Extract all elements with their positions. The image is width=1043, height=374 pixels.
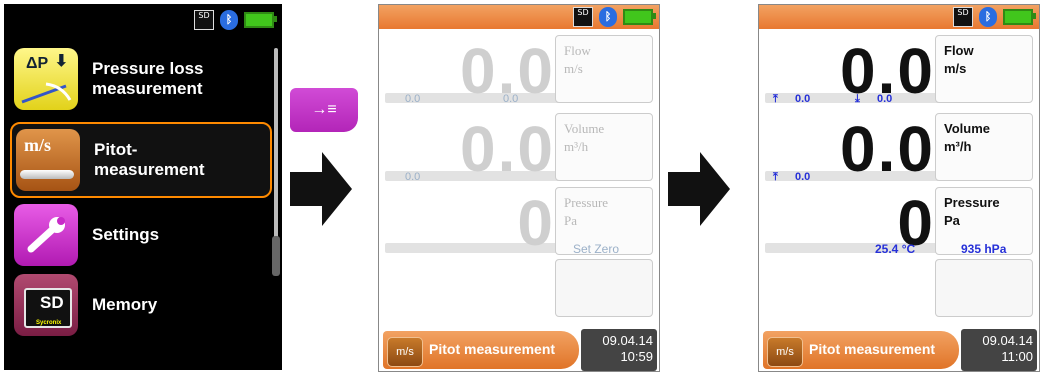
menu-label-pressure-loss: Pressure loss measurement bbox=[92, 59, 204, 98]
pressure-value: 0 bbox=[517, 187, 555, 259]
date: 09.04.14 bbox=[602, 333, 653, 348]
pressure-unit: Pa bbox=[944, 213, 960, 228]
bottom-bar: m/s Pitot measurement 09.04.14 11:00 bbox=[759, 329, 1039, 371]
pressure-tile[interactable]: 0 Pressure Pa 25.4 °C 935 hPa bbox=[765, 187, 1033, 257]
pitot-icon: m/s bbox=[767, 337, 803, 367]
status-bar: SD ᛒ bbox=[759, 5, 1039, 29]
max-arrow-icon: ⤒ bbox=[773, 93, 778, 105]
flow-label: Flow bbox=[944, 43, 974, 58]
volume-value: 0.0 bbox=[840, 113, 935, 185]
main-menu-screen: SD ᛒ ΔP ⬇ Pressure loss measurement m/s … bbox=[4, 4, 282, 370]
flow-min-value: 0.0 bbox=[503, 93, 519, 105]
ambient-pressure-value: 935 hPa bbox=[961, 242, 1007, 256]
gauge-icon bbox=[21, 82, 72, 104]
set-zero-button[interactable]: Set Zero bbox=[573, 243, 619, 255]
date: 09.04.14 bbox=[982, 333, 1033, 348]
volume-tile[interactable]: 0.0 Volume m³/h ⤒ 0.0 bbox=[765, 113, 1033, 183]
mode-label: Pitot measurement bbox=[429, 341, 556, 357]
pressure-loss-icon: ΔP ⬇ bbox=[14, 48, 78, 110]
enter-icon: →≡ bbox=[311, 101, 337, 118]
clock: 09.04.14 10:59 bbox=[581, 329, 657, 371]
status-bar: SD ᛒ bbox=[194, 10, 277, 30]
flow-max-value: 0.0 bbox=[405, 93, 421, 105]
flow-max-value: 0.0 bbox=[795, 93, 811, 105]
wrench-icon bbox=[14, 204, 78, 266]
time: 11:00 bbox=[1001, 349, 1033, 364]
min-arrow-icon: ⤓ bbox=[855, 93, 860, 105]
flow-min-value: 0.0 bbox=[877, 93, 893, 105]
enter-button[interactable]: →≡ bbox=[290, 88, 358, 132]
pitot-icon: m/s bbox=[387, 337, 423, 367]
pressure-tile[interactable]: 0 Pressure Pa Set Zero bbox=[385, 187, 653, 257]
empty-tile bbox=[555, 259, 653, 317]
flow-unit: m/s bbox=[564, 61, 583, 76]
volume-unit: m³/h bbox=[564, 139, 589, 154]
max-arrow-icon: ⤒ bbox=[773, 171, 778, 183]
mode-indicator: m/s Pitot measurement bbox=[763, 331, 959, 369]
pitot-tube-icon bbox=[20, 170, 74, 179]
arrow-right-icon bbox=[668, 152, 730, 226]
menu-label-settings: Settings bbox=[92, 225, 160, 244]
menu-item-memory[interactable]: SD Sycronix Memory bbox=[10, 272, 268, 338]
mode-indicator: m/s Pitot measurement bbox=[383, 331, 579, 369]
menu-item-pressure-loss[interactable]: ΔP ⬇ Pressure loss measurement bbox=[10, 46, 268, 112]
pitot-icon: m/s bbox=[16, 129, 80, 191]
menu-item-pitot[interactable]: m/s Pitot- measurement bbox=[10, 122, 272, 198]
sd-card-icon: SD Sycronix bbox=[14, 274, 78, 336]
bluetooth-icon: ᛒ bbox=[599, 7, 617, 27]
pressure-label: Pressure bbox=[564, 195, 609, 210]
bottom-bar: m/s Pitot measurement 09.04.14 10:59 bbox=[379, 329, 659, 371]
pressure-label: Pressure bbox=[944, 195, 1000, 210]
sd-card-status-icon: SD bbox=[194, 10, 214, 30]
time: 10:59 bbox=[620, 349, 653, 364]
sd-card-status-icon: SD bbox=[953, 7, 973, 27]
volume-tile[interactable]: 0.0 Volume m³/h 0.0 bbox=[385, 113, 653, 183]
empty-tile bbox=[935, 259, 1033, 317]
volume-unit: m³/h bbox=[944, 139, 972, 154]
flow-unit: m/s bbox=[944, 61, 967, 76]
temperature-value: 25.4 °C bbox=[875, 242, 916, 256]
volume-max-value: 0.0 bbox=[405, 171, 421, 183]
volume-label: Volume bbox=[564, 121, 605, 136]
bluetooth-icon: ᛒ bbox=[979, 7, 997, 27]
wrench-shape bbox=[27, 217, 65, 253]
battery-icon bbox=[623, 9, 656, 25]
menu-label-pitot: Pitot- measurement bbox=[94, 140, 205, 179]
menu-scrollbar-thumb[interactable] bbox=[272, 236, 280, 276]
pressure-unit: Pa bbox=[564, 213, 577, 228]
flow-value: 0.0 bbox=[840, 35, 935, 107]
volume-max-value: 0.0 bbox=[795, 171, 811, 183]
volume-label: Volume bbox=[944, 121, 990, 136]
battery-icon bbox=[1003, 9, 1036, 25]
pitot-screen-active: SD ᛒ 0.0 Flow m/s ⤒ 0.0 ⤓ 0.0 0.0 Volume… bbox=[758, 4, 1040, 372]
flow-label: Flow bbox=[564, 43, 591, 58]
menu-label-memory: Memory bbox=[92, 295, 158, 314]
clock: 09.04.14 11:00 bbox=[961, 329, 1037, 371]
bluetooth-icon: ᛒ bbox=[220, 10, 238, 30]
pitot-screen-idle: SD ᛒ 0.0 Flow m/s 0.0 0.0 0.0 Volume m³/… bbox=[378, 4, 660, 372]
flow-tile[interactable]: 0.0 Flow m/s ⤒ 0.0 ⤓ 0.0 bbox=[765, 35, 1033, 105]
status-bar: SD ᛒ bbox=[379, 5, 659, 29]
mode-label: Pitot measurement bbox=[809, 341, 936, 357]
arrow-right-icon bbox=[290, 152, 352, 226]
battery-icon bbox=[244, 12, 277, 28]
menu-item-settings[interactable]: Settings bbox=[10, 202, 268, 268]
flow-tile[interactable]: 0.0 Flow m/s 0.0 0.0 bbox=[385, 35, 653, 105]
sd-card-status-icon: SD bbox=[573, 7, 593, 27]
